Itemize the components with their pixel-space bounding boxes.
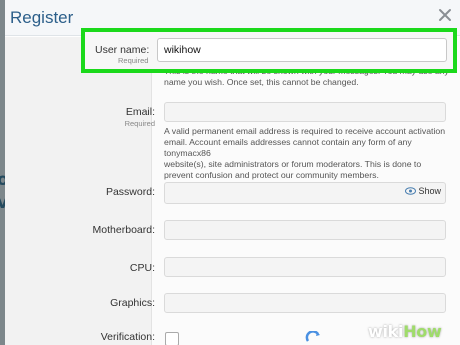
recaptcha-icon <box>305 331 323 345</box>
email-hint-line: prevent confusion and protect our commun… <box>164 170 379 180</box>
wikihow-watermark: wikiHow <box>368 322 442 341</box>
password-label: Password: <box>105 186 155 198</box>
email-hint: A valid permanent email address is requi… <box>164 126 454 181</box>
motherboard-field[interactable] <box>164 220 446 240</box>
cpu-field[interactable] <box>164 257 446 277</box>
dialog-title: Register <box>10 8 74 27</box>
captcha-checkbox[interactable] <box>165 332 179 345</box>
graphics-label: Graphics: <box>110 297 155 309</box>
email-field[interactable] <box>164 102 446 122</box>
form-body: This is the name that will be shown with… <box>5 37 460 345</box>
close-icon[interactable] <box>438 8 452 22</box>
username-required-label: Required <box>118 56 149 65</box>
username-input[interactable]: wikihow <box>157 38 447 62</box>
email-label: Email: <box>125 106 155 118</box>
graphics-field[interactable] <box>164 293 446 313</box>
eye-icon <box>405 187 417 195</box>
email-required-label: Required <box>124 119 155 128</box>
verification-label: Verification: <box>100 331 155 343</box>
show-password-label: Show <box>418 186 441 196</box>
username-label: User name: <box>95 44 150 56</box>
show-password-button[interactable]: Show <box>405 186 441 196</box>
email-hint-line: email. Account emails addresses cannot c… <box>164 137 412 158</box>
email-hint-line: A valid permanent email address is requi… <box>164 126 446 136</box>
watermark-how: How <box>403 322 442 341</box>
password-field[interactable]: Show <box>164 182 446 204</box>
email-hint-line: website(s), site administrators or forum… <box>164 159 422 169</box>
username-highlight: User name: Required wikihow <box>81 28 457 73</box>
cpu-label: CPU: <box>129 262 155 274</box>
motherboard-label: Motherboard: <box>92 224 155 236</box>
watermark-wiki: wiki <box>368 322 404 341</box>
